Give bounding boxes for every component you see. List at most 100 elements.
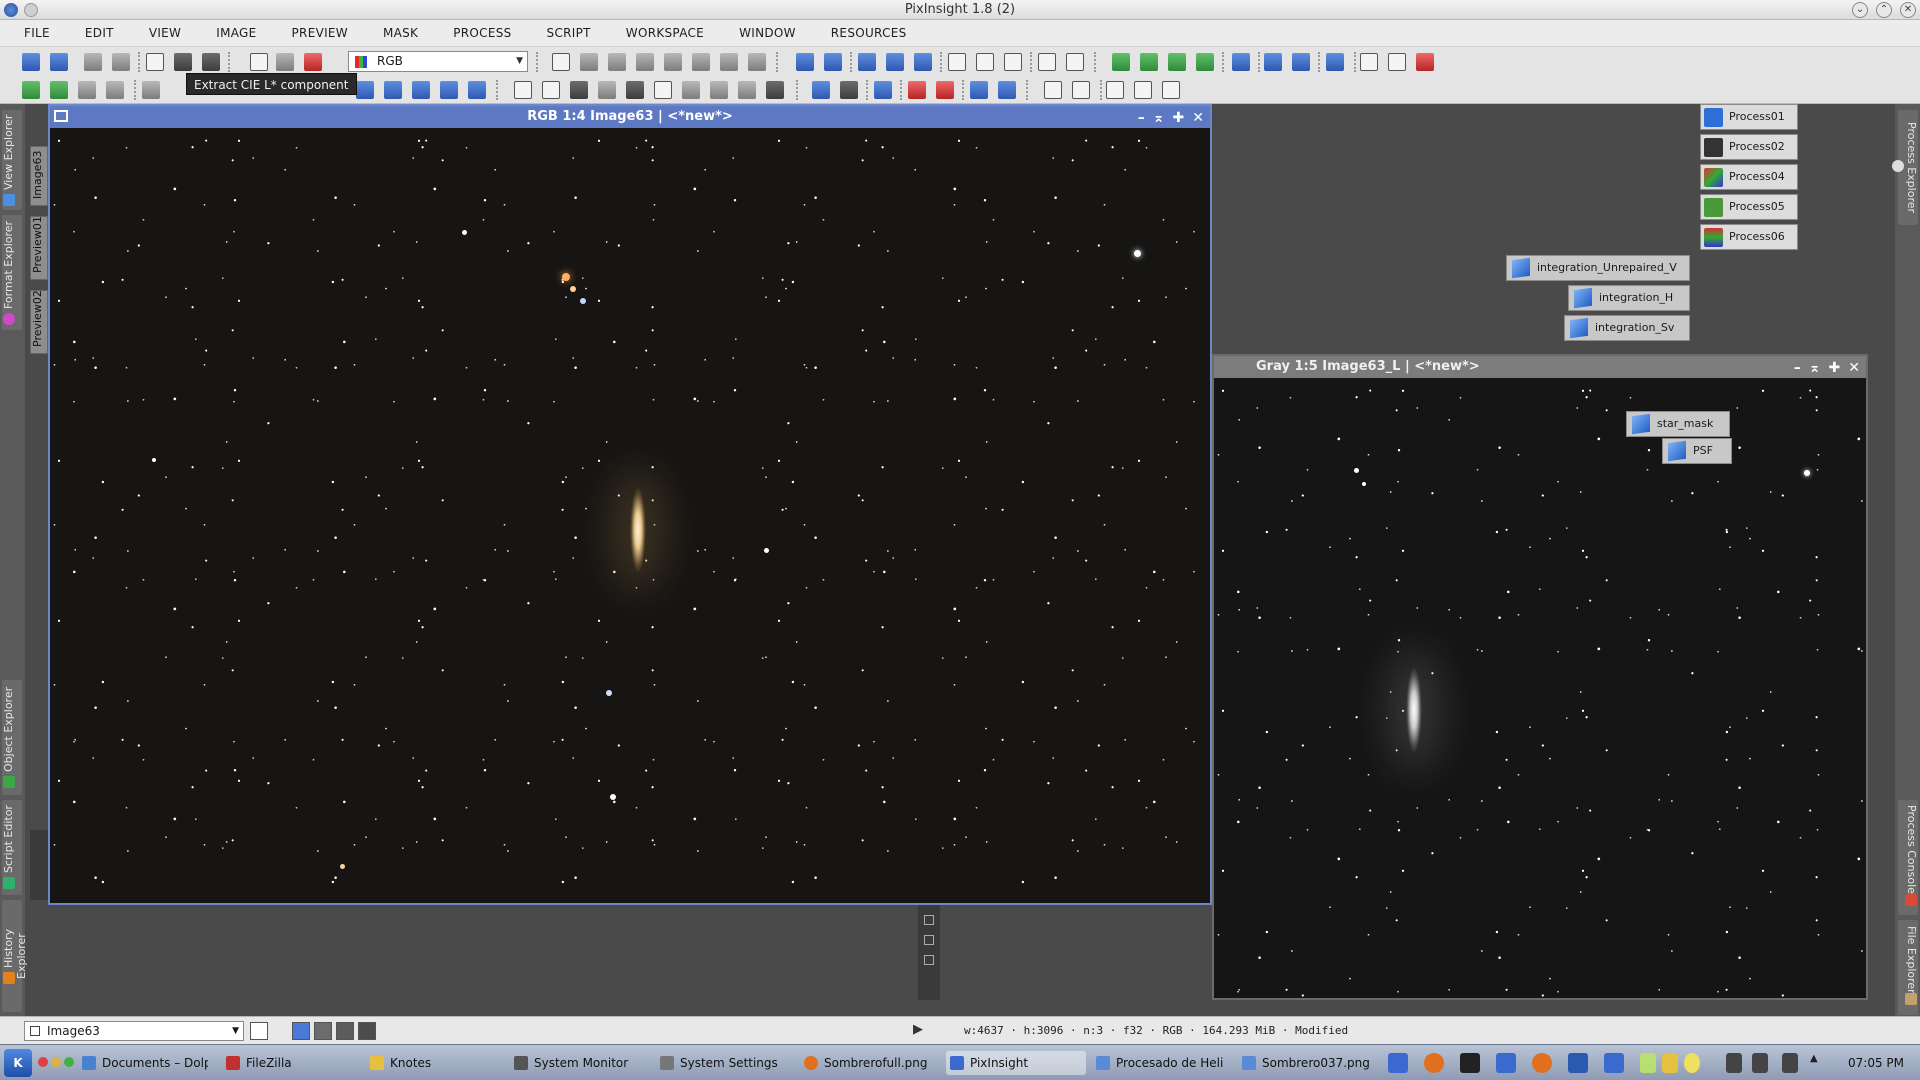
task-sombrero037[interactable]: Sombrero037.png	[1238, 1051, 1374, 1075]
reset-icon[interactable]	[112, 53, 130, 71]
minimize-icon[interactable]: –	[1138, 107, 1145, 129]
notes-tray-icon[interactable]	[1640, 1053, 1656, 1073]
gray-3-icon[interactable]	[626, 81, 644, 99]
rgb-window-titlebar[interactable]: RGB 1:4 Image63 | <*new*> – ⌅ ✚ ✕	[50, 106, 1210, 128]
task-pixinsight[interactable]: PixInsight	[946, 1051, 1086, 1075]
readout-mode-icon[interactable]	[552, 53, 570, 71]
image-icon[interactable]: PSF	[1662, 438, 1732, 464]
close-icon[interactable]: ✕	[1192, 107, 1204, 129]
import-icon[interactable]	[1264, 53, 1282, 71]
menu-preview[interactable]: PREVIEW	[292, 26, 348, 40]
object-explorer-tab[interactable]: Object Explorer	[2, 680, 22, 795]
history-explorer-tab[interactable]: History Explorer	[2, 900, 28, 1012]
firefox-tray-icon[interactable]	[1532, 1053, 1552, 1073]
pixinsight-tray-icon[interactable]	[1388, 1053, 1408, 1073]
process-icon[interactable]: Process06	[1700, 224, 1798, 250]
mask-show-icon[interactable]	[1168, 53, 1186, 71]
redo-icon[interactable]	[50, 53, 68, 71]
dynamic-select-icon[interactable]	[720, 53, 738, 71]
window-clone-icon[interactable]	[1388, 53, 1406, 71]
stf-auto-icon[interactable]	[304, 53, 322, 71]
full-view-icon[interactable]	[1004, 53, 1022, 71]
grid-icon[interactable]	[22, 81, 40, 99]
image-icon[interactable]: integration_Sv	[1564, 315, 1690, 341]
view-tab-preview02[interactable]: Preview02	[30, 290, 48, 354]
pixinsight-tray-icon[interactable]	[1496, 1053, 1516, 1073]
maximize-icon[interactable]: ✚	[1829, 357, 1841, 379]
view-tab-preview01[interactable]: Preview01	[30, 216, 48, 280]
menu-image[interactable]: IMAGE	[216, 26, 256, 40]
app-icon[interactable]	[4, 3, 18, 17]
clear-icon[interactable]	[542, 81, 560, 99]
maximize-button[interactable]: ⌃	[1876, 2, 1892, 18]
task-system-settings[interactable]: System Settings	[656, 1051, 796, 1075]
gray-image-window[interactable]: Gray 1:5 Image63_L | <*new*> – ⌅ ✚ ✕	[1212, 354, 1868, 1000]
menu-edit[interactable]: EDIT	[85, 26, 114, 40]
zoom-optimal-icon[interactable]	[914, 53, 932, 71]
white-icon[interactable]	[654, 81, 672, 99]
monitor-icon[interactable]	[812, 81, 830, 99]
gray-image-canvas[interactable]	[1214, 378, 1866, 998]
minimize-button[interactable]: ⌄	[1852, 2, 1868, 18]
view-alt-icon[interactable]	[1134, 81, 1152, 99]
process-icon[interactable]: Process04	[1700, 164, 1798, 190]
task-knotes[interactable]: Knotes	[366, 1051, 496, 1075]
mask-invert-icon[interactable]	[1196, 53, 1214, 71]
menu-file[interactable]: FILE	[24, 26, 50, 40]
zoom-mode-icon[interactable]	[580, 53, 598, 71]
workspace-icon[interactable]	[1326, 53, 1344, 71]
tool-icon[interactable]	[924, 915, 934, 925]
zoom-in-icon[interactable]	[796, 53, 814, 71]
task-documents[interactable]: Documents – Dolph	[78, 1051, 208, 1075]
menu-window[interactable]: WINDOW	[739, 26, 796, 40]
file-explorer-tab[interactable]: File Explorer	[1898, 920, 1918, 1015]
volume-icon[interactable]	[1752, 1053, 1768, 1073]
view-mode-gray3-button[interactable]	[358, 1022, 376, 1040]
format-explorer-tab[interactable]: Format Explorer	[2, 215, 22, 330]
bulb-icon[interactable]	[1684, 1053, 1700, 1073]
task-sombrerofull[interactable]: Sombrerofull.png	[800, 1051, 940, 1075]
view-explorer-tab[interactable]: View Explorer	[2, 110, 22, 210]
gray-2-icon[interactable]	[598, 81, 616, 99]
panel-icon[interactable]	[1044, 81, 1062, 99]
pan-mode-icon[interactable]	[608, 53, 626, 71]
view-mode-gray1-button[interactable]	[314, 1022, 332, 1040]
center-icon[interactable]	[636, 53, 654, 71]
view-select[interactable]: Image63 ▼	[24, 1021, 244, 1041]
view-icon[interactable]	[1106, 81, 1124, 99]
cascade-icon[interactable]	[1066, 53, 1084, 71]
preview-store-icon[interactable]	[970, 81, 988, 99]
zoom-1-1-icon[interactable]	[858, 53, 876, 71]
flip-horizontal-icon[interactable]	[440, 81, 458, 99]
tool-icon[interactable]	[924, 935, 934, 945]
tile-icon[interactable]	[1038, 53, 1056, 71]
minimize-icon[interactable]: –	[1794, 357, 1801, 379]
preview-delete-all-icon[interactable]	[936, 81, 954, 99]
terminal-icon[interactable]	[1460, 1053, 1480, 1073]
stf-reset-icon[interactable]	[276, 53, 294, 71]
image-icon[interactable]: integration_H	[1568, 285, 1690, 311]
monitor-alt-icon[interactable]	[840, 81, 858, 99]
panel-alt-icon[interactable]	[1072, 81, 1090, 99]
process-icon[interactable]: Process01	[1700, 104, 1798, 130]
view-mode-button[interactable]	[250, 1022, 268, 1040]
menu-mask[interactable]: MASK	[383, 26, 418, 40]
list-icon[interactable]	[142, 81, 160, 99]
crop-icon[interactable]	[514, 81, 532, 99]
menu-workspace[interactable]: WORKSPACE	[626, 26, 704, 40]
close-icon[interactable]: ✕	[1848, 357, 1860, 379]
screen-transfer-icon[interactable]	[250, 53, 268, 71]
export-icon[interactable]	[1292, 53, 1310, 71]
display-icon[interactable]	[1568, 1053, 1588, 1073]
zoom-fit-icon[interactable]	[886, 53, 904, 71]
view-more-icon[interactable]	[1162, 81, 1180, 99]
view-mode-rgb-button[interactable]	[292, 1022, 310, 1040]
menu-process[interactable]: PROCESS	[453, 26, 511, 40]
folder-tray-icon[interactable]	[1662, 1053, 1678, 1073]
view-tab-image63[interactable]: Image63	[30, 146, 48, 206]
maximize-icon[interactable]: ✚	[1173, 107, 1185, 129]
move-icon[interactable]	[664, 53, 682, 71]
mask-set-icon[interactable]	[1140, 53, 1158, 71]
menu-script[interactable]: SCRIPT	[547, 26, 591, 40]
close-button[interactable]: ✕	[1900, 2, 1916, 18]
